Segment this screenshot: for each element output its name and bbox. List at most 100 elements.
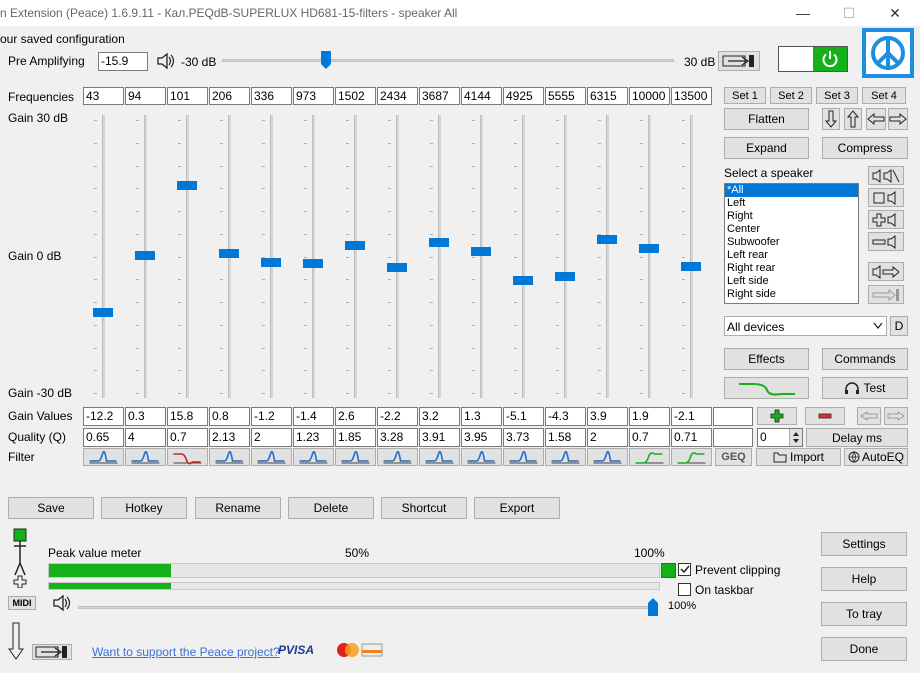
frequency-input[interactable]: 5555 bbox=[545, 87, 586, 105]
autoeq-button[interactable]: AutoEQ bbox=[844, 448, 908, 466]
filter-type-button[interactable] bbox=[587, 448, 628, 466]
gain-value-input[interactable]: 3.9 bbox=[587, 407, 628, 426]
speaker-volume-icon[interactable] bbox=[156, 52, 176, 73]
help-button[interactable]: Help bbox=[821, 567, 907, 591]
gain-slider-thumb[interactable] bbox=[93, 308, 113, 317]
speaker-list-item[interactable]: Left bbox=[725, 197, 858, 210]
gain-slider-thumb[interactable] bbox=[555, 272, 575, 282]
gain-slider-thumb[interactable] bbox=[513, 275, 533, 285]
frequency-input[interactable]: 4144 bbox=[461, 87, 502, 105]
speaker-list-item[interactable]: *All bbox=[725, 184, 858, 197]
shift-right-button[interactable] bbox=[884, 407, 908, 425]
quality-input[interactable]: 0.65 bbox=[83, 428, 124, 447]
frequency-input[interactable]: 336 bbox=[251, 87, 292, 105]
volume-slider-thumb[interactable] bbox=[648, 598, 658, 616]
filter-type-button[interactable] bbox=[209, 448, 250, 466]
delay-ms-button[interactable]: Delay ms bbox=[806, 428, 908, 447]
done-button[interactable]: Done bbox=[821, 637, 907, 661]
quality-input[interactable]: 0.7 bbox=[629, 428, 670, 447]
shortcut-button[interactable]: Shortcut bbox=[381, 497, 467, 519]
monitor-arrow-small-button[interactable] bbox=[32, 644, 72, 660]
save-button[interactable]: Save bbox=[8, 497, 94, 519]
quality-input[interactable]: 3.28 bbox=[377, 428, 418, 447]
flatten-button[interactable]: Flatten bbox=[724, 108, 809, 130]
d-button[interactable]: D bbox=[890, 316, 908, 336]
pre-amp-slider-thumb[interactable] bbox=[320, 51, 331, 69]
set-4-button[interactable]: Set 4 bbox=[862, 87, 906, 104]
gain-slider-track[interactable] bbox=[354, 115, 357, 398]
quality-input[interactable]: 4 bbox=[125, 428, 166, 447]
gain-value-input[interactable]: -2.2 bbox=[377, 407, 418, 426]
frequency-input[interactable]: 101 bbox=[167, 87, 208, 105]
on-taskbar-checkbox[interactable] bbox=[678, 583, 691, 596]
test-button[interactable]: Test bbox=[822, 377, 908, 399]
hotkey-button[interactable]: Hotkey bbox=[101, 497, 187, 519]
speaker-list-item[interactable]: Left side bbox=[725, 275, 858, 288]
gain-value-input[interactable]: 0.3 bbox=[125, 407, 166, 426]
monitor-arrow-button[interactable] bbox=[718, 51, 760, 71]
quality-input[interactable]: 0.7 bbox=[167, 428, 208, 447]
frequency-input[interactable]: 94 bbox=[125, 87, 166, 105]
pre-amp-slider-track[interactable] bbox=[222, 59, 674, 62]
quality-input[interactable]: 1.85 bbox=[335, 428, 376, 447]
speaker-list-item[interactable]: Right rear bbox=[725, 262, 858, 275]
gain-slider-thumb[interactable] bbox=[471, 246, 491, 256]
compress-button[interactable]: Compress bbox=[822, 137, 908, 159]
gain-slider-track[interactable] bbox=[270, 115, 273, 398]
close-button[interactable]: ✕ bbox=[872, 0, 918, 26]
gain-value-input[interactable]: -4.3 bbox=[545, 407, 586, 426]
gain-slider-track[interactable] bbox=[312, 115, 315, 398]
speaker-list-item[interactable]: Center bbox=[725, 223, 858, 236]
frequency-input[interactable]: 3687 bbox=[419, 87, 460, 105]
volume-slider-track[interactable] bbox=[78, 606, 658, 609]
commands-button[interactable]: Commands bbox=[822, 348, 908, 370]
quality-input[interactable]: 3.73 bbox=[503, 428, 544, 447]
filter-type-button[interactable] bbox=[629, 448, 670, 466]
volume-icon[interactable] bbox=[52, 594, 72, 615]
gain-value-input[interactable]: 1.3 bbox=[461, 407, 502, 426]
maximize-button[interactable]: ☐ bbox=[826, 0, 872, 26]
set-1-button[interactable]: Set 1 bbox=[724, 87, 766, 104]
speaker-add-button[interactable] bbox=[868, 210, 904, 229]
frequency-input[interactable]: 1502 bbox=[335, 87, 376, 105]
frequency-input[interactable]: 10000 bbox=[629, 87, 670, 105]
quality-input[interactable]: 3.91 bbox=[419, 428, 460, 447]
down-arrow-button[interactable] bbox=[8, 622, 24, 660]
gain-value-input[interactable]: 2.6 bbox=[335, 407, 376, 426]
gain-slider-track[interactable] bbox=[396, 115, 399, 398]
set-3-button[interactable]: Set 3 bbox=[816, 87, 858, 104]
filter-type-button[interactable] bbox=[671, 448, 712, 466]
speaker-remove-button[interactable] bbox=[868, 232, 904, 251]
speaker-list-item[interactable]: Right bbox=[725, 210, 858, 223]
filter-type-button[interactable] bbox=[461, 448, 502, 466]
frequency-input[interactable]: 43 bbox=[83, 87, 124, 105]
gain-slider-track[interactable] bbox=[522, 115, 525, 398]
speaker-route-disabled-button[interactable] bbox=[868, 285, 904, 304]
speaker-list[interactable]: *All Left Right Center Subwoofer Left rear Rig… bbox=[724, 183, 859, 304]
extra-q-input[interactable] bbox=[713, 428, 753, 447]
gain-slider-track[interactable] bbox=[102, 115, 105, 398]
quality-input[interactable]: 2 bbox=[251, 428, 292, 447]
frequency-input[interactable]: 6315 bbox=[587, 87, 628, 105]
speaker-list-item[interactable]: Subwoofer bbox=[725, 236, 858, 249]
gain-value-input[interactable]: -5.1 bbox=[503, 407, 544, 426]
move-up-button[interactable] bbox=[844, 108, 862, 130]
delete-button[interactable]: Delete bbox=[288, 497, 374, 519]
midi-button[interactable]: MIDI bbox=[8, 596, 36, 610]
shift-left-button[interactable] bbox=[857, 407, 881, 425]
gain-value-input[interactable]: 15.8 bbox=[167, 407, 208, 426]
filter-type-button[interactable] bbox=[545, 448, 586, 466]
extra-gain-input[interactable] bbox=[713, 407, 753, 426]
curve-view-button[interactable] bbox=[724, 377, 809, 399]
peace-logo[interactable] bbox=[862, 28, 914, 78]
quality-input[interactable]: 1.23 bbox=[293, 428, 334, 447]
quality-input[interactable]: 1.58 bbox=[545, 428, 586, 447]
speaker-route-button[interactable] bbox=[868, 262, 904, 281]
filter-type-button[interactable] bbox=[503, 448, 544, 466]
speaker-list-item[interactable]: Left rear bbox=[725, 249, 858, 262]
filter-type-button[interactable] bbox=[167, 448, 208, 466]
gain-slider-thumb[interactable] bbox=[261, 257, 281, 267]
filter-type-button[interactable] bbox=[335, 448, 376, 466]
frequency-input[interactable]: 973 bbox=[293, 87, 334, 105]
gain-value-input[interactable]: -1.4 bbox=[293, 407, 334, 426]
